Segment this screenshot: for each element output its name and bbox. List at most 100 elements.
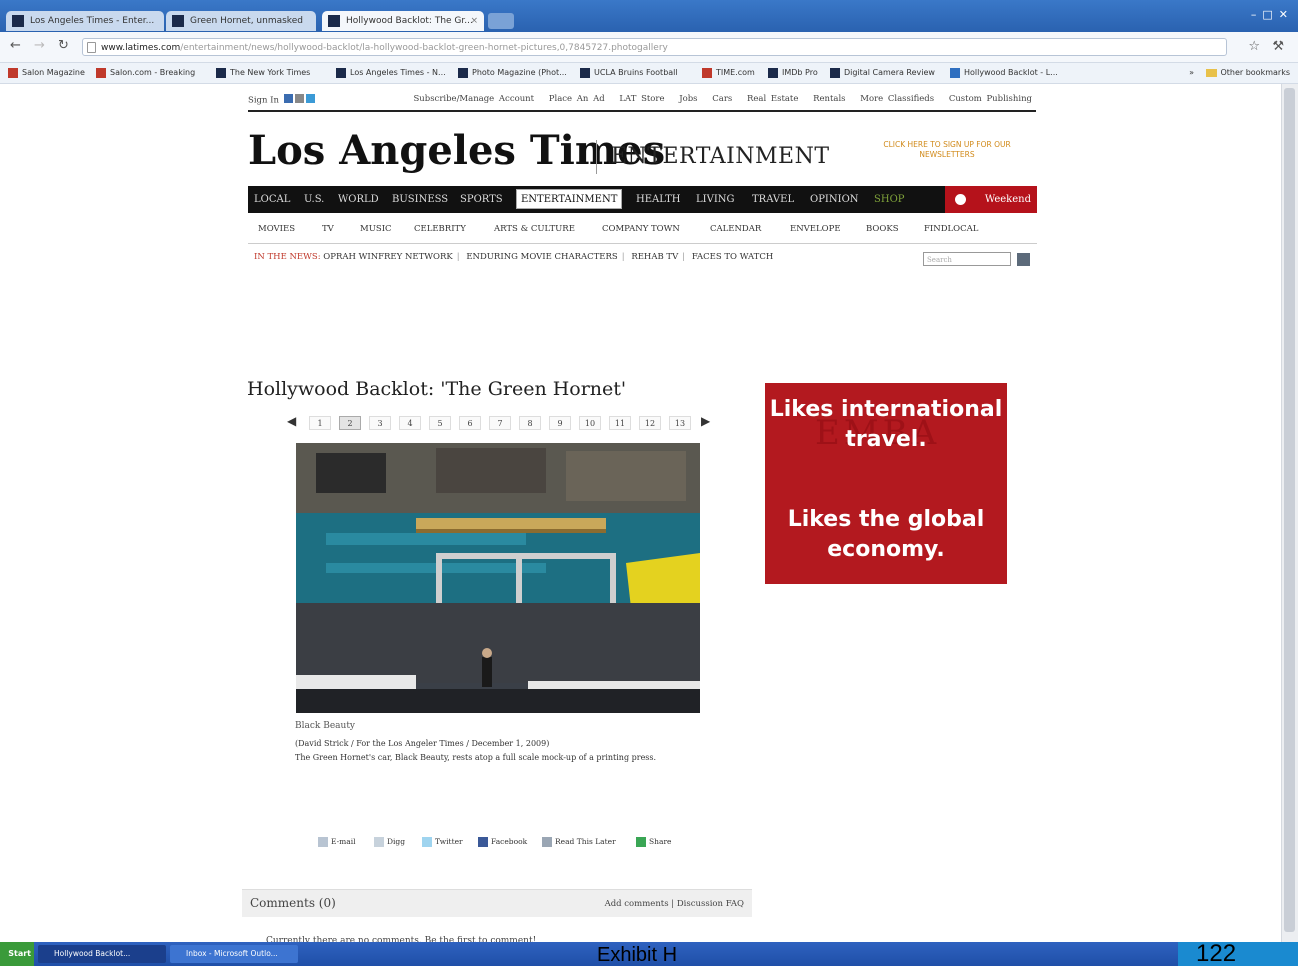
- social-signin-icons[interactable]: [282, 94, 315, 106]
- browser-tab[interactable]: Green Hornet, unmasked: [166, 11, 316, 31]
- page-link[interactable]: 8: [519, 416, 541, 430]
- close-icon[interactable]: ×: [470, 11, 478, 31]
- salon-icon: [96, 68, 106, 78]
- close-window-icon[interactable]: ✕: [1279, 8, 1288, 21]
- page-link[interactable]: 1: [309, 416, 331, 430]
- wrench-icon[interactable]: ⚒: [1272, 39, 1284, 54]
- bookmark-item[interactable]: Salon.com - Breaking: [96, 66, 195, 80]
- start-button[interactable]: Start: [0, 942, 34, 966]
- star-icon[interactable]: ☆: [1248, 39, 1260, 54]
- nav-local[interactable]: LOCAL: [254, 194, 290, 205]
- subnav-arts-culture[interactable]: ARTS & CULTURE: [494, 224, 575, 234]
- subnav-tv[interactable]: TV: [322, 224, 334, 234]
- utility-link[interactable]: Jobs: [679, 94, 697, 104]
- page-link-current[interactable]: 2: [339, 416, 361, 430]
- utility-link[interactable]: Subscribe/Manage Account: [413, 94, 534, 104]
- share-digg[interactable]: Digg: [374, 836, 405, 848]
- bookmark-item[interactable]: UCLA Bruins Football: [580, 66, 678, 80]
- nav-travel[interactable]: TRAVEL: [752, 194, 794, 205]
- page-scrollbar[interactable]: [1281, 84, 1298, 942]
- search-icon[interactable]: [1017, 253, 1030, 266]
- taskbar-item[interactable]: Inbox - Microsoft Outlo...: [170, 945, 298, 963]
- discussion-faq-link[interactable]: Discussion FAQ: [677, 899, 744, 909]
- nav-sports[interactable]: SPORTS: [460, 194, 503, 205]
- gallery-photo[interactable]: [296, 443, 700, 713]
- taskbar-item[interactable]: Hollywood Backlot...: [38, 945, 166, 963]
- nav-entertainment[interactable]: ENTERTAINMENT: [516, 189, 623, 209]
- bookmark-item[interactable]: Los Angeles Times - N...: [336, 66, 446, 80]
- section-title[interactable]: ENTERTAINMENT: [611, 144, 830, 169]
- nav-opinion[interactable]: OPINION: [810, 194, 859, 205]
- nav-business[interactable]: BUSINESS: [392, 194, 448, 205]
- share-read-later[interactable]: Read This Later: [542, 836, 616, 848]
- signin-area[interactable]: Sign In: [248, 94, 315, 106]
- bookmark-item[interactable]: Photo Magazine (Phot...: [458, 66, 567, 80]
- page-link[interactable]: 7: [489, 416, 511, 430]
- page-link[interactable]: 12: [639, 416, 661, 430]
- nav-us[interactable]: U.S.: [304, 194, 324, 205]
- other-bookmarks[interactable]: Other bookmarks: [1206, 66, 1290, 80]
- signin-link[interactable]: Sign In: [248, 96, 279, 106]
- page-link[interactable]: 13: [669, 416, 691, 430]
- bookmark-item[interactable]: TIME.com: [702, 66, 755, 80]
- page-link[interactable]: 10: [579, 416, 601, 430]
- utility-link[interactable]: Rentals: [813, 94, 845, 104]
- utility-link[interactable]: Custom Publishing: [949, 94, 1032, 104]
- news-link[interactable]: OPRAH WINFREY NETWORK: [323, 252, 452, 262]
- new-tab-button[interactable]: [488, 13, 514, 29]
- page-link[interactable]: 5: [429, 416, 451, 430]
- share-twitter[interactable]: Twitter: [422, 836, 463, 848]
- bookmark-item[interactable]: Digital Camera Review: [830, 66, 935, 80]
- utility-link[interactable]: Place An Ad: [549, 94, 605, 104]
- newsletter-signup-link[interactable]: CLICK HERE TO SIGN UP FOR OUR NEWSLETTER…: [877, 140, 1017, 160]
- share-email[interactable]: E-mail: [318, 836, 356, 848]
- subnav-books[interactable]: BOOKS: [866, 224, 899, 234]
- nav-living[interactable]: LIVING: [696, 194, 735, 205]
- share-facebook[interactable]: Facebook: [478, 836, 527, 848]
- news-link[interactable]: FACES TO WATCH: [692, 252, 773, 262]
- page-link[interactable]: 11: [609, 416, 631, 430]
- subnav-findlocal[interactable]: FINDLOCAL: [924, 224, 978, 234]
- page-link[interactable]: 6: [459, 416, 481, 430]
- bookmark-item[interactable]: IMDb Pro: [768, 66, 818, 80]
- utility-link[interactable]: More Classifieds: [860, 94, 934, 104]
- browser-tab[interactable]: Los Angeles Times - Enter...: [6, 11, 164, 31]
- bookmark-item[interactable]: Hollywood Backlot - L...: [950, 66, 1058, 80]
- subnav-envelope[interactable]: ENVELOPE: [790, 224, 841, 234]
- advertisement-banner[interactable]: EMBA Likes international travel. Likes t…: [765, 383, 1007, 584]
- address-bar[interactable]: www.latimes.com/entertainment/news/holly…: [82, 38, 1227, 56]
- subnav-calendar[interactable]: CALENDAR: [710, 224, 761, 234]
- maximize-icon[interactable]: □: [1262, 8, 1272, 21]
- browser-tab-active[interactable]: Hollywood Backlot: The Gr... ×: [322, 11, 484, 31]
- forward-arrow-icon[interactable]: →: [34, 38, 45, 53]
- back-arrow-icon[interactable]: ←: [10, 38, 21, 53]
- subnav-company-town[interactable]: COMPANY TOWN: [602, 224, 680, 234]
- page-link[interactable]: 4: [399, 416, 421, 430]
- next-arrow-icon[interactable]: ▶: [701, 414, 710, 428]
- nav-health[interactable]: HEALTH: [636, 194, 680, 205]
- prev-arrow-icon[interactable]: ◀: [287, 414, 296, 428]
- bookmark-item[interactable]: The New York Times: [216, 66, 310, 80]
- subnav-music[interactable]: MUSIC: [360, 224, 392, 234]
- page-link[interactable]: 9: [549, 416, 571, 430]
- utility-link[interactable]: Real Estate: [747, 94, 798, 104]
- utility-link[interactable]: Cars: [712, 94, 732, 104]
- share-more[interactable]: Share: [636, 836, 671, 848]
- weekend-button[interactable]: Weekend: [945, 186, 1037, 213]
- subnav-celebrity[interactable]: CELEBRITY: [414, 224, 466, 234]
- scrollbar-thumb[interactable]: [1284, 88, 1295, 932]
- news-link[interactable]: REHAB TV: [631, 252, 678, 262]
- minimize-icon[interactable]: –: [1251, 8, 1257, 21]
- utility-link[interactable]: LAT Store: [619, 94, 664, 104]
- news-link[interactable]: ENDURING MOVIE CHARACTERS: [466, 252, 617, 262]
- bookmark-item[interactable]: Salon Magazine: [8, 66, 85, 80]
- add-comment-link[interactable]: Add comments: [605, 899, 669, 909]
- page-link[interactable]: 3: [369, 416, 391, 430]
- reload-icon[interactable]: ↻: [58, 38, 69, 53]
- nav-shop[interactable]: SHOP: [874, 194, 905, 205]
- search-input[interactable]: Search: [923, 252, 1011, 266]
- nav-world[interactable]: WORLD: [338, 194, 379, 205]
- site-logo[interactable]: Los Angeles Times: [248, 127, 665, 174]
- more-bookmarks-chevron[interactable]: »: [1189, 66, 1194, 80]
- subnav-movies[interactable]: MOVIES: [258, 224, 295, 234]
